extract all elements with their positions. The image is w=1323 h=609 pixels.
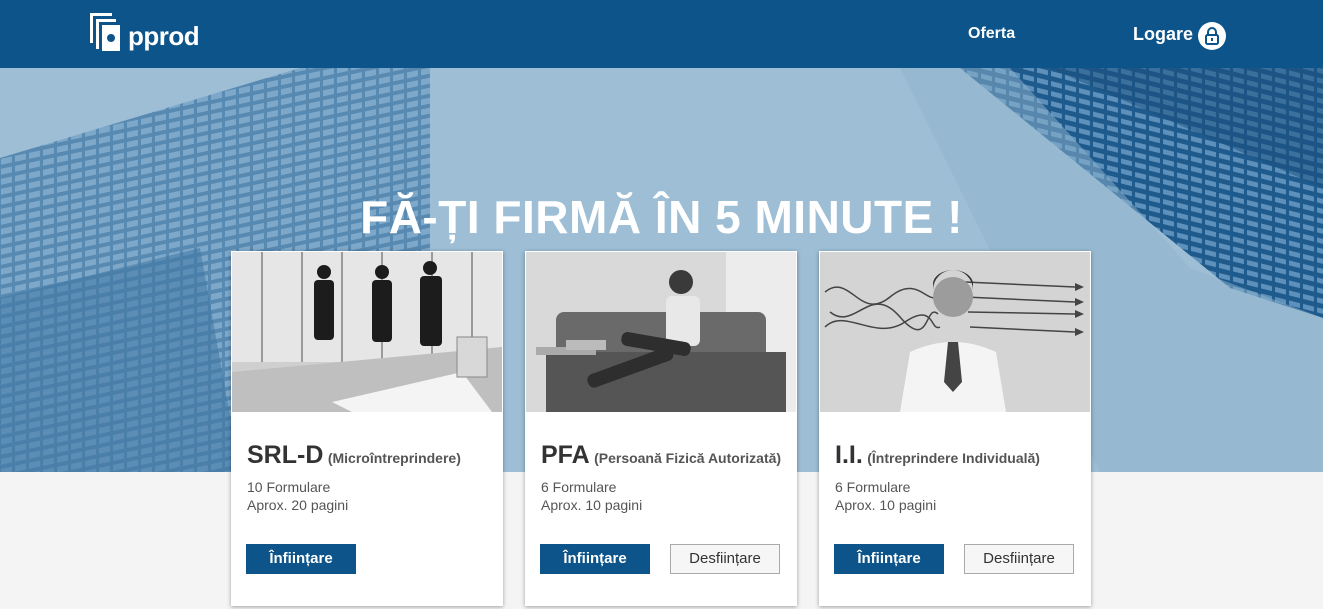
pages-estimate: Aprox. 20 pagini [247,497,349,513]
card-title: SRL-D (Microîntreprindere) [247,441,461,470]
card-fullname: (Persoană Fizică Autorizată) [594,450,782,466]
desfiintare-button[interactable]: Desființare [964,544,1074,574]
pages-estimate: Aprox. 10 pagini [541,497,643,513]
brand-logo[interactable]: pprod [90,12,210,54]
card-abbr: SRL-D [247,441,324,469]
card-abbr: I.I. [835,441,863,469]
desfiintare-button[interactable]: Desființare [670,544,780,574]
lock-icon[interactable] [1198,22,1226,50]
card-image [820,252,1090,412]
company-card-srld: SRL-D (Microîntreprindere) 10 Formulare … [231,251,503,606]
company-card-ii: I.I. (Întreprindere Individuală) 6 Formu… [819,251,1091,606]
card-image [232,252,502,412]
card-abbr: PFA [541,441,590,469]
card-title: PFA (Persoană Fizică Autorizată) [541,441,781,470]
card-title: I.I. (Întreprindere Individuală) [835,441,1040,470]
logo-icon [90,13,126,53]
infiintare-button[interactable]: Înființare [834,544,944,574]
nav-logare-link[interactable]: Logare [1133,24,1193,45]
forms-count: 6 Formulare [835,479,911,495]
nav-oferta-link[interactable]: Oferta [968,25,1015,43]
pages-estimate: Aprox. 10 pagini [835,497,937,513]
company-card-pfa: PFA (Persoană Fizică Autorizată) 6 Formu… [525,251,797,606]
card-fullname: (Întreprindere Individuală) [867,450,1040,466]
infiintare-button[interactable]: Înființare [540,544,650,574]
hero-title: FĂ-ȚI FIRMĂ ÎN 5 MINUTE ! [360,191,963,243]
card-fullname: (Microîntreprindere) [327,450,461,466]
top-navbar: pprod Oferta Logare [0,0,1323,68]
forms-count: 6 Formulare [541,479,617,495]
infiintare-button[interactable]: Înființare [246,544,356,574]
logo-text: pprod [128,20,200,51]
forms-count: 10 Formulare [247,479,331,495]
card-image [526,252,796,412]
